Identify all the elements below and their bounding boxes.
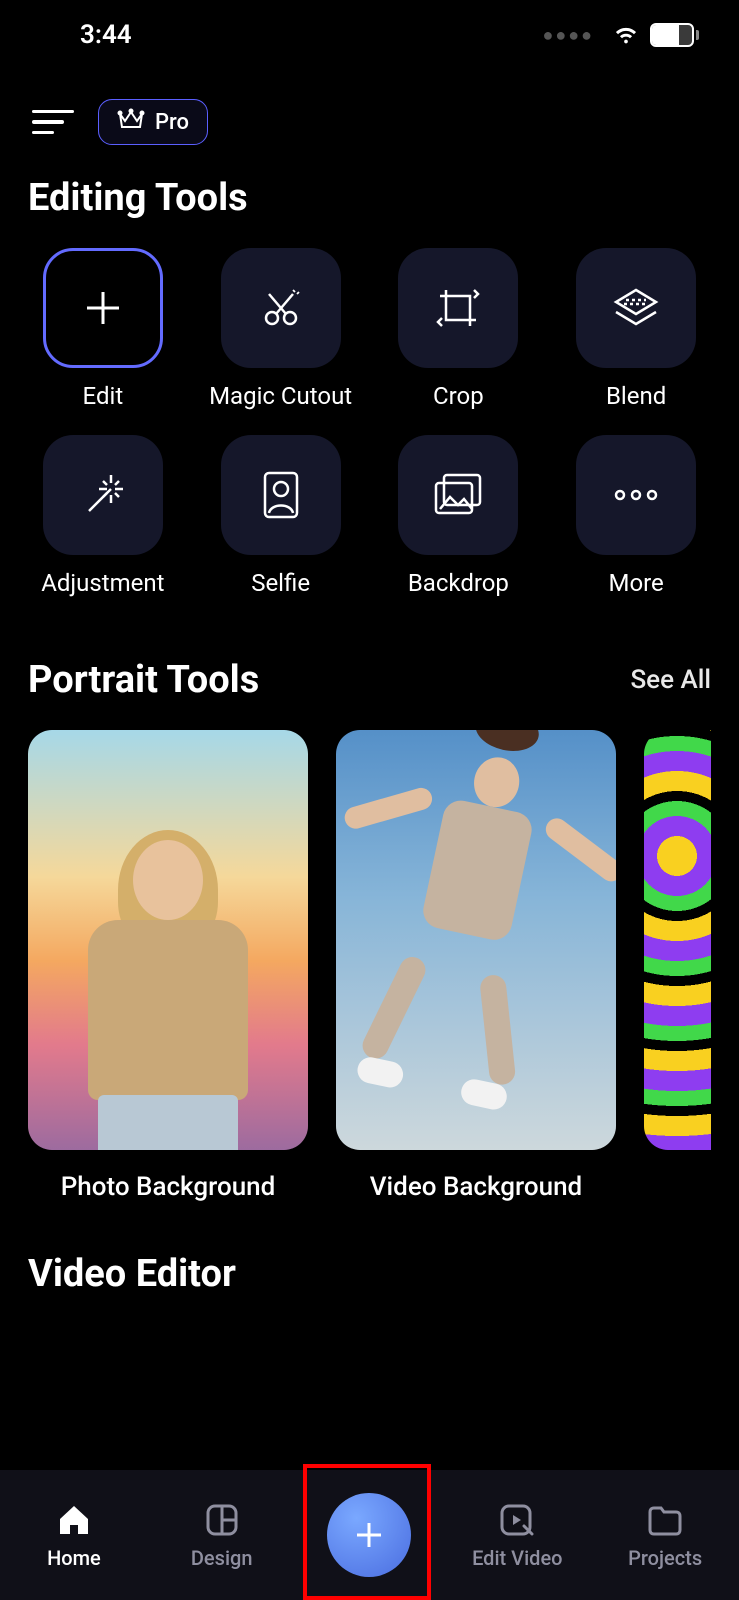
- tool-crop[interactable]: Crop: [384, 248, 534, 411]
- tool-label: Adjustment: [41, 569, 164, 598]
- see-all-link[interactable]: See All: [630, 665, 711, 695]
- nav-label: Edit Video: [472, 1546, 562, 1570]
- more-icon: [576, 435, 696, 555]
- status-dots: ●●●●: [543, 25, 595, 46]
- battery-icon: 68: [650, 23, 699, 47]
- portrait-tools-title: Portrait Tools: [28, 658, 259, 702]
- card-image: [644, 730, 711, 1150]
- card-image: [28, 730, 308, 1150]
- folder-icon: [645, 1500, 685, 1540]
- tool-blend[interactable]: Blend: [561, 248, 711, 411]
- tool-edit[interactable]: Edit: [28, 248, 178, 411]
- tool-label: Backdrop: [408, 569, 509, 598]
- nav-projects[interactable]: Projects: [628, 1500, 702, 1570]
- tool-backdrop[interactable]: Backdrop: [384, 435, 534, 598]
- pro-label: Pro: [155, 110, 189, 135]
- video-editor-title: Video Editor: [28, 1252, 236, 1296]
- portrait-icon: [221, 435, 341, 555]
- nav-create[interactable]: [327, 1493, 411, 1577]
- crown-icon: [117, 108, 145, 136]
- card-photo-background[interactable]: Photo Background: [28, 730, 308, 1202]
- portrait-tools-scroll[interactable]: Photo Background Video Background: [28, 730, 711, 1202]
- collage-icon: [202, 1500, 242, 1540]
- tool-magic-cutout[interactable]: Magic Cutout: [206, 248, 356, 411]
- card-third[interactable]: [644, 730, 711, 1202]
- pro-badge[interactable]: Pro: [98, 99, 208, 145]
- tool-adjustment[interactable]: Adjustment: [28, 435, 178, 598]
- scissors-icon: [221, 248, 341, 368]
- layers-icon: [576, 248, 696, 368]
- nav-edit-video[interactable]: Edit Video: [472, 1500, 562, 1570]
- tool-label: Edit: [83, 382, 124, 411]
- nav-home[interactable]: Home: [47, 1500, 101, 1570]
- nav-label: Home: [47, 1546, 101, 1570]
- editing-tools-grid: Edit Magic Cutout: [28, 248, 711, 598]
- nav-label: Design: [191, 1546, 253, 1570]
- plus-icon: [327, 1493, 411, 1577]
- tool-label: Crop: [433, 382, 484, 411]
- tool-label: Magic Cutout: [209, 382, 352, 411]
- tool-label: Selfie: [251, 569, 310, 598]
- crop-icon: [398, 248, 518, 368]
- card-video-background[interactable]: Video Background: [336, 730, 616, 1202]
- tool-more[interactable]: More: [561, 435, 711, 598]
- tool-label: More: [608, 569, 663, 598]
- nav-design[interactable]: Design: [191, 1500, 253, 1570]
- editing-tools-header: Editing Tools: [28, 176, 711, 220]
- nav-label: Projects: [628, 1546, 702, 1570]
- video-edit-icon: [497, 1500, 537, 1540]
- portrait-tools-header: Portrait Tools See All: [28, 658, 711, 702]
- editing-tools-title: Editing Tools: [28, 176, 248, 220]
- bottom-nav: Home Design Edit: [0, 1470, 739, 1600]
- plus-icon: [43, 248, 163, 368]
- top-bar: Pro: [0, 70, 739, 156]
- menu-button[interactable]: [28, 98, 76, 146]
- status-right: ●●●● 68: [543, 18, 700, 53]
- home-icon: [54, 1500, 94, 1540]
- card-label: Photo Background: [61, 1172, 276, 1202]
- card-image: [336, 730, 616, 1150]
- video-editor-header: Video Editor: [28, 1252, 711, 1296]
- status-time: 3:44: [80, 20, 132, 50]
- wand-icon: [43, 435, 163, 555]
- status-bar: 3:44 ●●●● 68: [0, 0, 739, 70]
- wifi-icon: [612, 18, 640, 53]
- image-stack-icon: [398, 435, 518, 555]
- tool-label: Blend: [606, 382, 666, 411]
- battery-level: 68: [652, 25, 692, 45]
- tool-selfie[interactable]: Selfie: [206, 435, 356, 598]
- card-label: Video Background: [370, 1172, 582, 1202]
